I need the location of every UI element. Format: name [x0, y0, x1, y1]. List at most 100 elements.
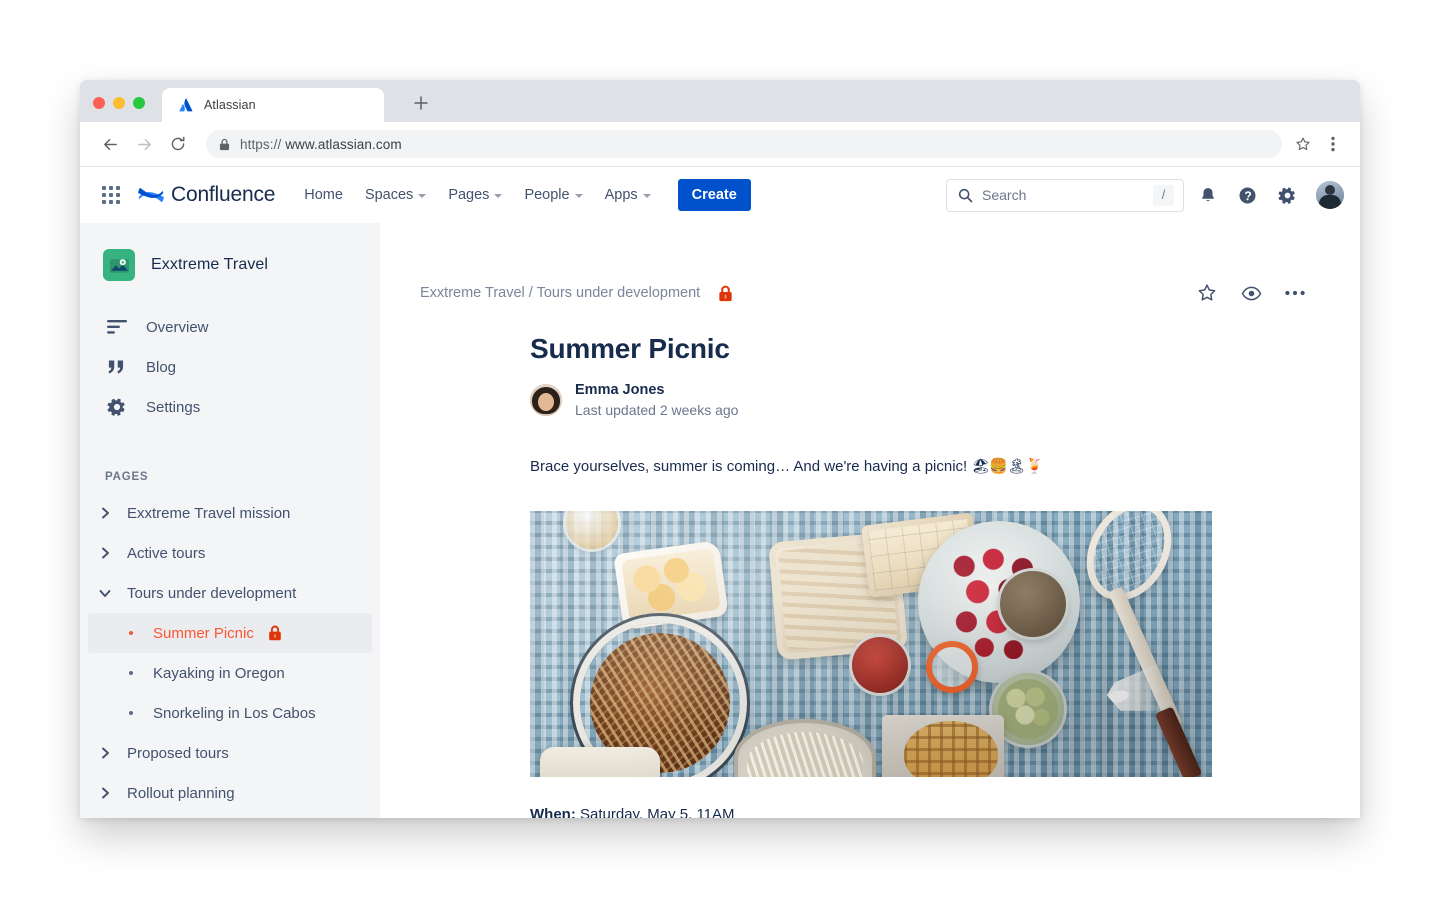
tree-item-label: Exxtreme Travel mission	[127, 504, 291, 522]
hero-picnic-image	[530, 510, 1212, 777]
search-input[interactable]: Search /	[946, 178, 1184, 212]
nav-item-label: People	[524, 187, 570, 203]
chevron-right-icon[interactable]	[94, 547, 116, 559]
chevron-right-icon[interactable]	[94, 507, 116, 519]
sidebar-item-blog[interactable]: Blog	[80, 347, 380, 387]
landscape-photo-icon	[103, 249, 135, 281]
search-shortcut-badge: /	[1153, 184, 1174, 206]
gear-icon	[106, 397, 127, 417]
star-icon[interactable]	[1194, 280, 1220, 306]
chevron-right-icon[interactable]	[94, 787, 116, 799]
browser-tab-title: Atlassian	[204, 98, 256, 112]
bullet-icon	[120, 631, 142, 635]
nav-item-label: Home	[304, 187, 343, 203]
chevron-down-icon	[574, 194, 583, 198]
bullet-icon	[120, 711, 142, 715]
bookmark-star-icon[interactable]	[1288, 129, 1318, 159]
confluence-app: Confluence Home Spaces Pages People Apps…	[80, 167, 1360, 818]
product-name: Confluence	[171, 183, 276, 206]
page-author[interactable]: Emma Jones	[575, 381, 738, 401]
url-scheme: https://	[240, 136, 282, 152]
page-byline: Emma Jones Last updated 2 weeks ago	[530, 381, 1280, 419]
red-padlock-icon	[268, 625, 282, 641]
tree-item-label: Tours under development	[127, 584, 297, 602]
sidebar-item-label: Blog	[146, 358, 177, 376]
tree-item-tours-under-development[interactable]: Tours under development	[88, 573, 372, 613]
space-name: Exxtreme Travel	[151, 256, 269, 273]
padlock-icon	[219, 138, 230, 151]
pages-tree: Exxtreme Travel mission Active tours Tou…	[80, 493, 380, 813]
sidebar-item-overview[interactable]: Overview	[80, 307, 380, 347]
grid-apps-icon[interactable]	[97, 181, 125, 209]
page-article: Summer Picnic Emma Jones Last updated 2 …	[420, 333, 1320, 818]
author-avatar-icon[interactable]	[530, 384, 562, 417]
minimize-window-button[interactable]	[113, 97, 125, 109]
sidebar-item-label: Overview	[146, 318, 209, 336]
gear-icon[interactable]	[1271, 179, 1304, 212]
browser-tab-strip: Atlassian	[80, 80, 1360, 122]
back-button[interactable]	[94, 128, 126, 160]
chevron-down-icon[interactable]	[94, 589, 116, 598]
reload-button[interactable]	[162, 128, 194, 160]
chevron-right-icon[interactable]	[94, 747, 116, 759]
page-actions	[1194, 280, 1320, 306]
create-button[interactable]: Create	[677, 179, 751, 211]
confluence-logo[interactable]: Confluence	[138, 183, 275, 207]
sidebar-item-settings[interactable]: Settings	[80, 387, 380, 427]
sidebar-primary-items: Overview Blog Settings	[80, 307, 380, 427]
user-avatar-icon[interactable]	[1316, 181, 1344, 209]
nav-item-label: Apps	[604, 187, 638, 203]
tree-item-label: Active tours	[127, 544, 206, 562]
intro-sentence: Brace yourselves, summer is coming… And …	[530, 458, 968, 476]
app-body: Exxtreme Travel Overview Blog Settings P…	[80, 223, 1360, 818]
app-top-navigation: Confluence Home Spaces Pages People Apps…	[80, 167, 1360, 223]
page-last-updated: Last updated 2 weeks ago	[575, 401, 739, 418]
sidebar-item-label: Settings	[146, 398, 201, 416]
url-input[interactable]: https:// www.atlassian.com	[206, 130, 1282, 158]
tree-item-kayaking-in-oregon[interactable]: Kayaking in Oregon	[88, 653, 372, 693]
bell-icon[interactable]	[1191, 179, 1224, 212]
forward-button[interactable]	[128, 128, 160, 160]
nav-item-home[interactable]: Home	[295, 181, 352, 209]
watch-eye-icon[interactable]	[1238, 280, 1264, 306]
quote-marks-icon	[106, 359, 127, 375]
more-options-icon[interactable]	[1282, 280, 1308, 306]
page-content: Exxtreme Travel / Tours under developmen…	[380, 223, 1360, 818]
close-window-button[interactable]	[93, 97, 105, 109]
bullet-icon	[120, 671, 142, 675]
page-title: Summer Picnic	[530, 333, 730, 364]
new-tab-button[interactable]	[410, 92, 432, 114]
breadcrumb[interactable]: Exxtreme Travel / Tours under developmen…	[420, 285, 700, 301]
tree-item-rollout-planning[interactable]: Rollout planning	[88, 773, 372, 813]
question-circle-icon[interactable]	[1231, 179, 1264, 212]
url-text: https:// www.atlassian.com	[240, 137, 402, 152]
maximize-window-button[interactable]	[133, 97, 145, 109]
tree-item-exxtreme-travel-mission[interactable]: Exxtreme Travel mission	[88, 493, 372, 533]
space-sidebar: Exxtreme Travel Overview Blog Settings P…	[80, 223, 380, 818]
atlassian-logo-icon	[179, 98, 193, 112]
tree-item-summer-picnic[interactable]: Summer Picnic	[88, 613, 372, 653]
nav-item-apps[interactable]: Apps	[596, 181, 660, 209]
window-traffic-lights	[93, 97, 145, 109]
chevron-down-icon	[642, 194, 651, 198]
nav-item-pages[interactable]: Pages	[439, 181, 511, 209]
nav-item-label: Spaces	[364, 187, 414, 203]
nav-item-people[interactable]: People	[515, 181, 591, 209]
intro-emojis: 🏖🍔🏝🍹	[971, 458, 1043, 476]
confluence-logo-icon	[138, 183, 164, 207]
chevron-down-icon	[494, 194, 503, 198]
tree-item-proposed-tours[interactable]: Proposed tours	[88, 733, 372, 773]
red-padlock-icon[interactable]	[718, 285, 733, 302]
tree-item-label: Snorkeling in Los Cabos	[153, 704, 316, 722]
three-dots-vertical-icon[interactable]	[1320, 129, 1346, 159]
tree-item-active-tours[interactable]: Active tours	[88, 533, 372, 573]
nav-item-spaces[interactable]: Spaces	[356, 181, 435, 209]
page-intro-text: Brace yourselves, summer is coming… And …	[530, 456, 1280, 479]
browser-tab[interactable]: Atlassian	[162, 88, 384, 122]
when-label: When:	[530, 805, 576, 818]
tree-item-snorkeling-in-los-cabos[interactable]: Snorkeling in Los Cabos	[88, 693, 372, 733]
space-header[interactable]: Exxtreme Travel	[80, 243, 380, 287]
nav-right-cluster: Search /	[946, 178, 1344, 212]
tree-item-label: Kayaking in Oregon	[153, 664, 285, 682]
search-icon	[958, 188, 973, 203]
